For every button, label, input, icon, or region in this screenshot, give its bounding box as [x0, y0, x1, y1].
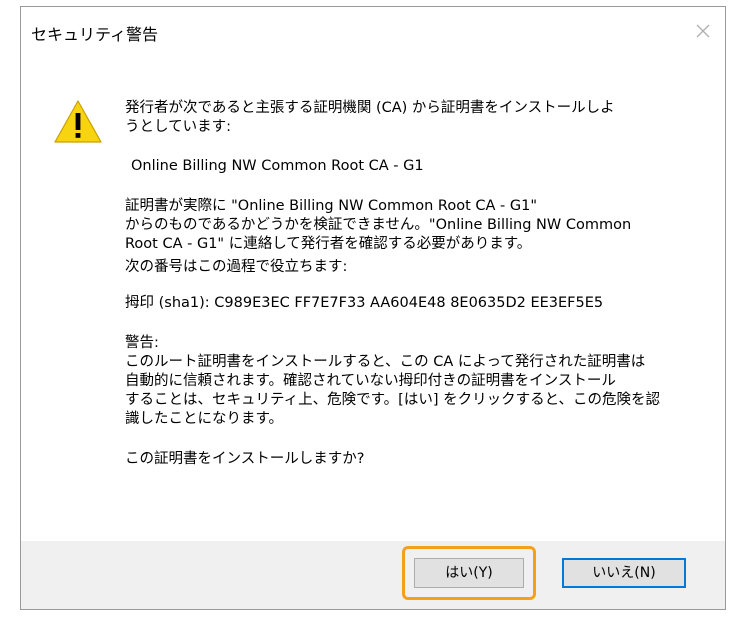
- verify-hint-text: 次の番号はこの過程で役立ちます:: [125, 259, 348, 275]
- title-bar: セキュリティ警告: [21, 7, 725, 57]
- dialog-title: セキュリティ警告: [31, 25, 159, 44]
- dialog-message: 発行者が次であると主張する証明機関 (CA) から証明書をインストールしよ うと…: [125, 99, 705, 469]
- no-button[interactable]: いいえ(N): [562, 558, 686, 588]
- warning-triangle-icon: [53, 99, 103, 145]
- thumbprint-text: 拇印 (sha1): C989E3EC FF7E7F33 AA604E48 8E…: [125, 295, 604, 311]
- warning-body: このルート証明書をインストールすると、この CA によって発行された証明書は 自…: [125, 354, 661, 427]
- security-warning-dialog: セキュリティ警告 発行者が次であると主張する証明機関 (CA) から証明書をイン…: [20, 6, 726, 610]
- yes-button[interactable]: はい(Y): [414, 558, 524, 588]
- cannot-verify-text: 証明書が実際に "Online Billing NW Common Root C…: [125, 198, 632, 252]
- intro-text: 発行者が次であると主張する証明機関 (CA) から証明書をインストールしよ うと…: [125, 100, 615, 135]
- install-question: この証明書をインストールしますか?: [125, 451, 365, 467]
- close-icon[interactable]: [689, 17, 717, 45]
- ca-name: Online Billing NW Common Root CA - G1: [131, 158, 424, 174]
- warning-heading: 警告:: [125, 335, 159, 351]
